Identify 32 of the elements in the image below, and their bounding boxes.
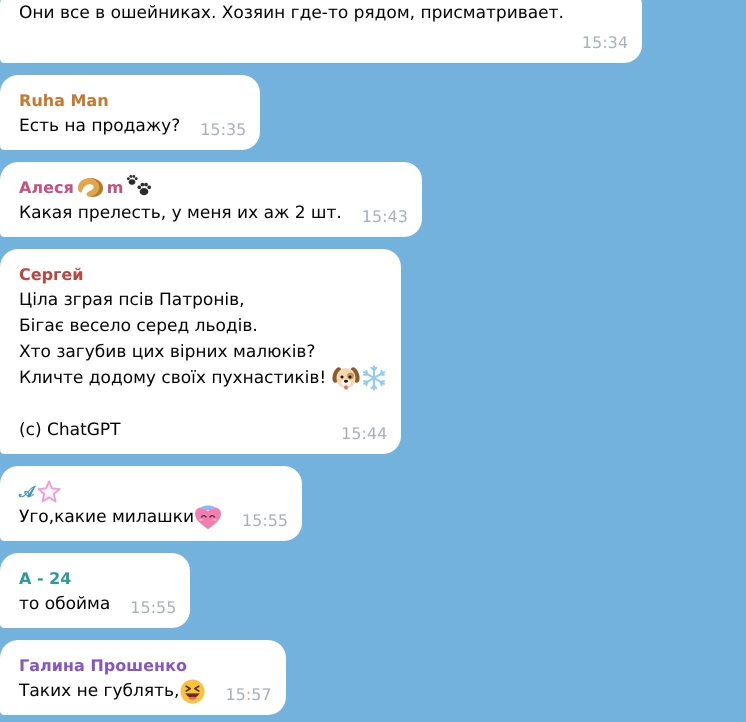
message-time: 15:44	[341, 423, 388, 443]
message-text: Таких не гублять,	[19, 680, 180, 703]
message-time: 15:43	[362, 206, 408, 226]
sender-name: Ruha Man	[19, 90, 109, 112]
sender-name: 𝒜	[19, 479, 34, 504]
sender-name: Галина Прошенко	[19, 655, 187, 677]
message-text: Уго,какие милашки	[19, 506, 194, 529]
sender-name: Алеся	[19, 177, 74, 199]
sender-name: m	[106, 177, 124, 199]
sender-name: А - 24	[19, 568, 72, 590]
message-text: Бігає весело серед льодів.	[19, 315, 258, 338]
laughing-face-icon	[180, 678, 206, 704]
message-time: 15:35	[200, 119, 246, 139]
message-text: Ціла зграя псів Патронів,	[19, 289, 245, 312]
cookie-icon	[76, 177, 104, 198]
message-text: (c) ChatGPT	[19, 419, 121, 442]
star-icon	[37, 480, 61, 503]
sender-name: Сергей	[19, 264, 84, 286]
message-text: Кличте додому своїх пухнастиків!	[19, 367, 326, 390]
message-time: 15:34	[582, 32, 628, 52]
message-time: 15:55	[130, 597, 176, 617]
message-text: Есть на продажу?	[19, 115, 180, 138]
message-time: 15:55	[242, 510, 288, 530]
message-text: то обойма	[19, 593, 110, 616]
snowflake-icon	[361, 365, 388, 391]
message-text: Хто загубив цих вірних малюків?	[19, 341, 316, 364]
message-time: 15:57	[225, 684, 272, 704]
smiling-heart-icon	[194, 504, 222, 530]
paw-prints-icon	[124, 173, 152, 196]
message-text: Они все в ошейниках. Хозяин где-то рядом, присматривает.	[19, 2, 564, 25]
message-text: Какая прелесть, у меня их аж 2 шт.	[19, 202, 342, 225]
dog-face-icon	[332, 365, 360, 391]
